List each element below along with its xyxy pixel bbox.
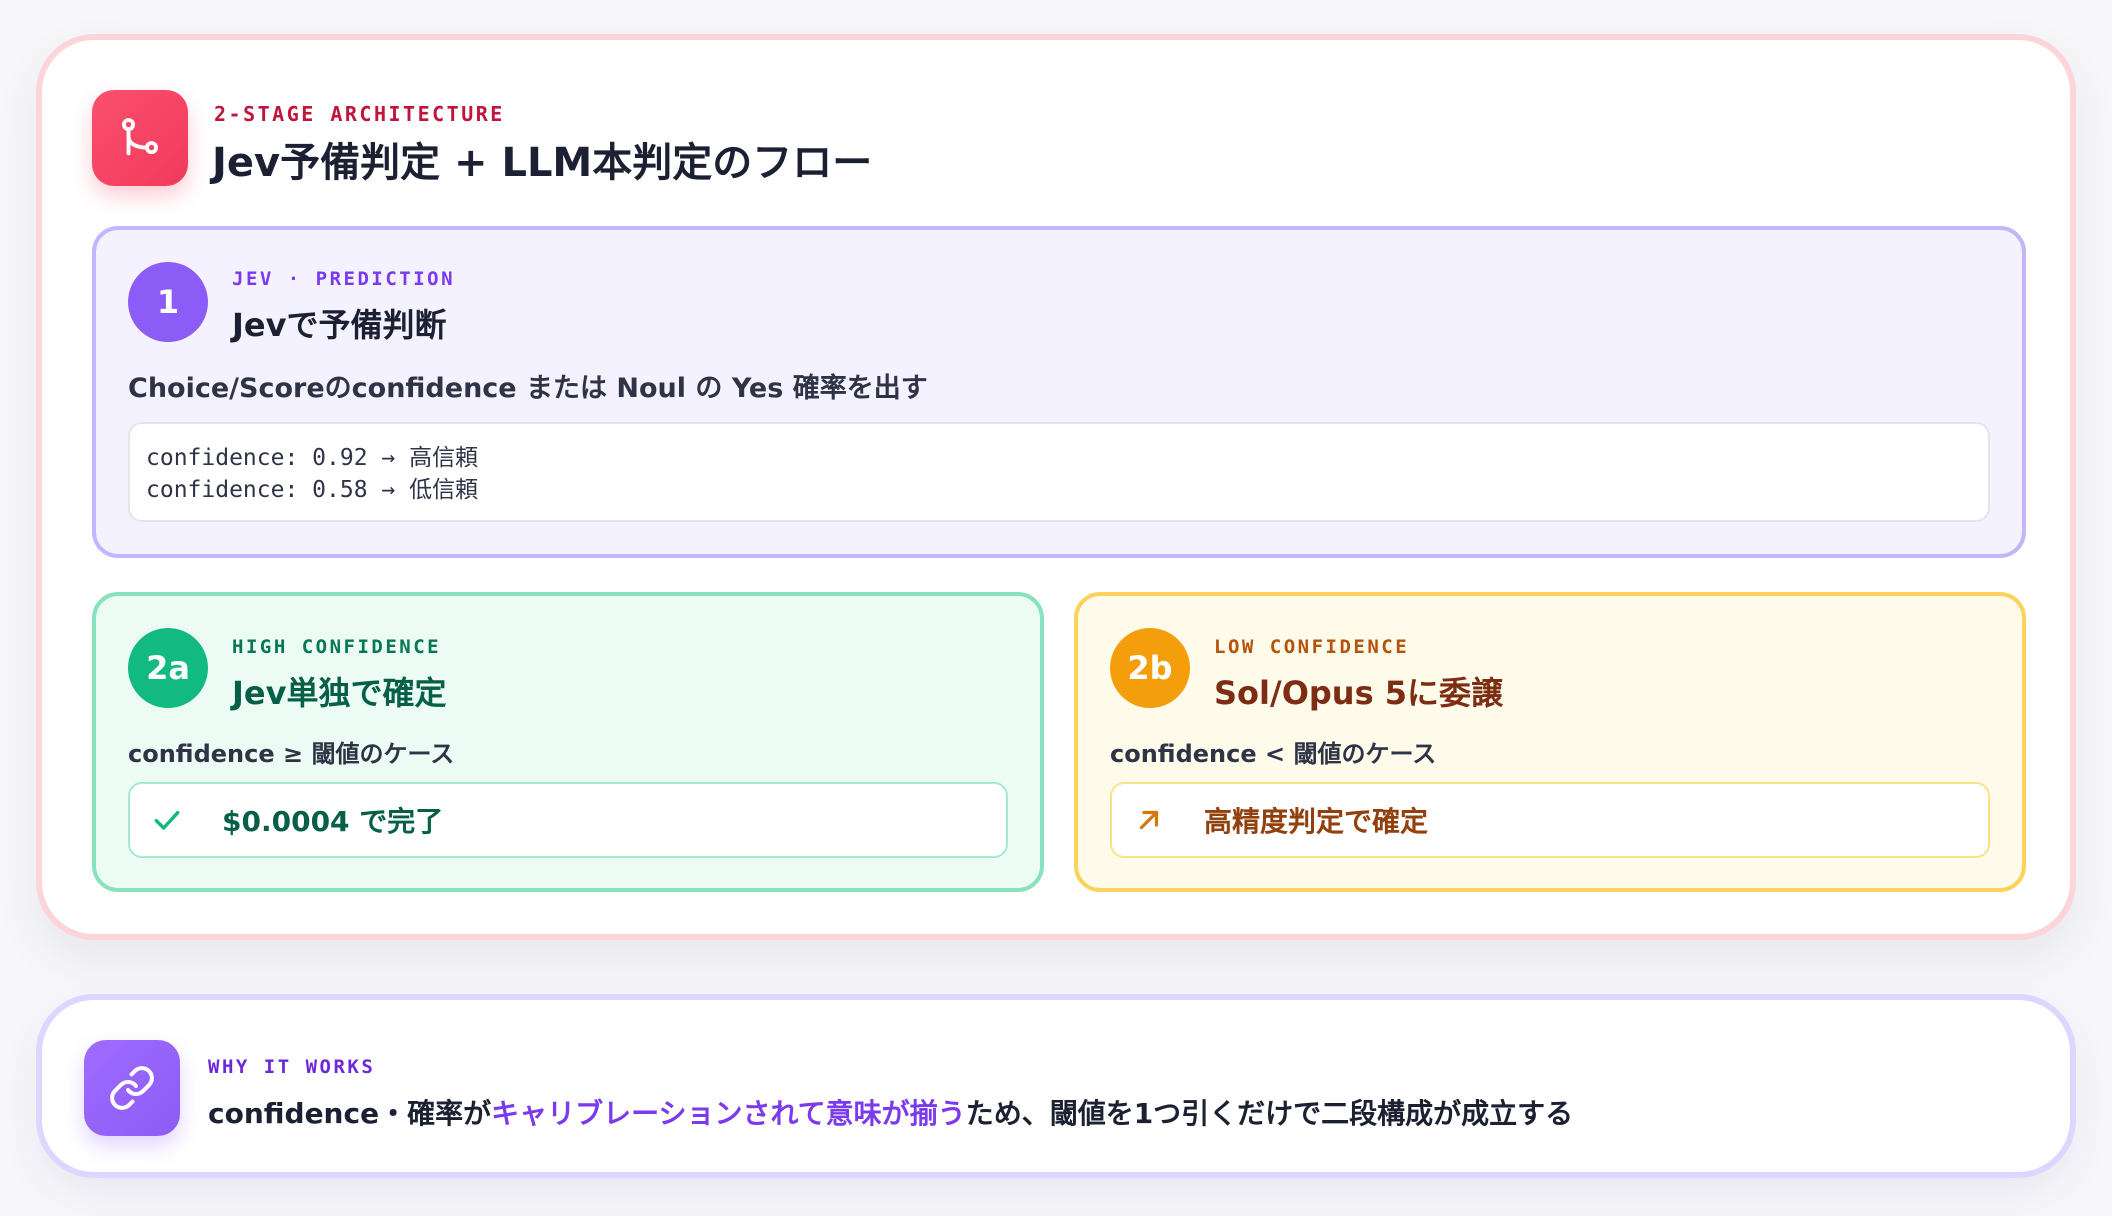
stage-2b-kicker: LOW CONFIDENCE: [1214, 636, 1410, 658]
stage-2a-result: $0.0004 で完了: [128, 782, 1008, 858]
code-line-high: confidence: 0.92 → 高信頼: [146, 445, 479, 471]
stage-2a-badge: 2a: [128, 628, 208, 708]
stage-2b-condition: confidence < 閾値のケース: [1110, 740, 1437, 768]
arrow-up-right-icon: [1132, 803, 1166, 837]
stage-2b-result: 高精度判定で確定: [1110, 782, 1990, 858]
stage-2a-panel: 2a HIGH CONFIDENCE Jev単独で確定 confidence ≥…: [92, 592, 1044, 892]
code-line-low: confidence: 0.58 → 低信頼: [146, 477, 479, 503]
why-text-highlight: キャリブレーションされて意味が揃う: [491, 1097, 966, 1130]
stage-2a-kicker: HIGH CONFIDENCE: [232, 636, 442, 658]
why-it-works-card: WHY IT WORKS confidence・確率がキャリブレーションされて意…: [36, 994, 2076, 1178]
confidence-code-box: confidence: 0.92 → 高信頼 confidence: 0.58 …: [128, 422, 1990, 522]
stage-2b-badge: 2b: [1110, 628, 1190, 708]
stage-2a-result-text: $0.0004 で完了: [222, 805, 444, 838]
stage-2b-result-text: 高精度判定で確定: [1204, 805, 1429, 838]
check-icon: [150, 803, 184, 837]
stage-2b-panel: 2b LOW CONFIDENCE Sol/Opus 5に委譲 confiden…: [1074, 592, 2026, 892]
stage-1-panel: 1 JEV · PREDICTION Jevで予備判断 Choice/Score…: [92, 226, 2026, 558]
link-icon: [84, 1040, 180, 1136]
stage-1-description: Choice/Scoreのconfidence または Noul の Yes 確…: [128, 373, 928, 404]
why-kicker: WHY IT WORKS: [208, 1056, 376, 1078]
stage-2a-title: Jev単独で確定: [232, 674, 447, 712]
why-text-after: ため、閾値を1つ引くだけで二段構成が成立する: [965, 1097, 1574, 1130]
architecture-card: 2-STAGE ARCHITECTURE Jev予備判定 + LLM本判定のフロ…: [36, 34, 2076, 940]
stage-2a-condition: confidence ≥ 閾値のケース: [128, 740, 455, 768]
stage-1-badge: 1: [128, 262, 208, 342]
why-text-before: confidence・確率が: [208, 1097, 492, 1130]
stage-2b-title: Sol/Opus 5に委譲: [1214, 674, 1504, 712]
page-title: Jev予備判定 + LLM本判定のフロー: [212, 140, 873, 186]
stage-1-title: Jevで予備判断: [232, 306, 447, 344]
header-kicker: 2-STAGE ARCHITECTURE: [214, 102, 505, 126]
why-explanation: confidence・確率がキャリブレーションされて意味が揃うため、閾値を1つ引…: [208, 1092, 1573, 1132]
git-branch-icon: [92, 90, 188, 186]
stage-1-kicker: JEV · PREDICTION: [232, 268, 456, 290]
